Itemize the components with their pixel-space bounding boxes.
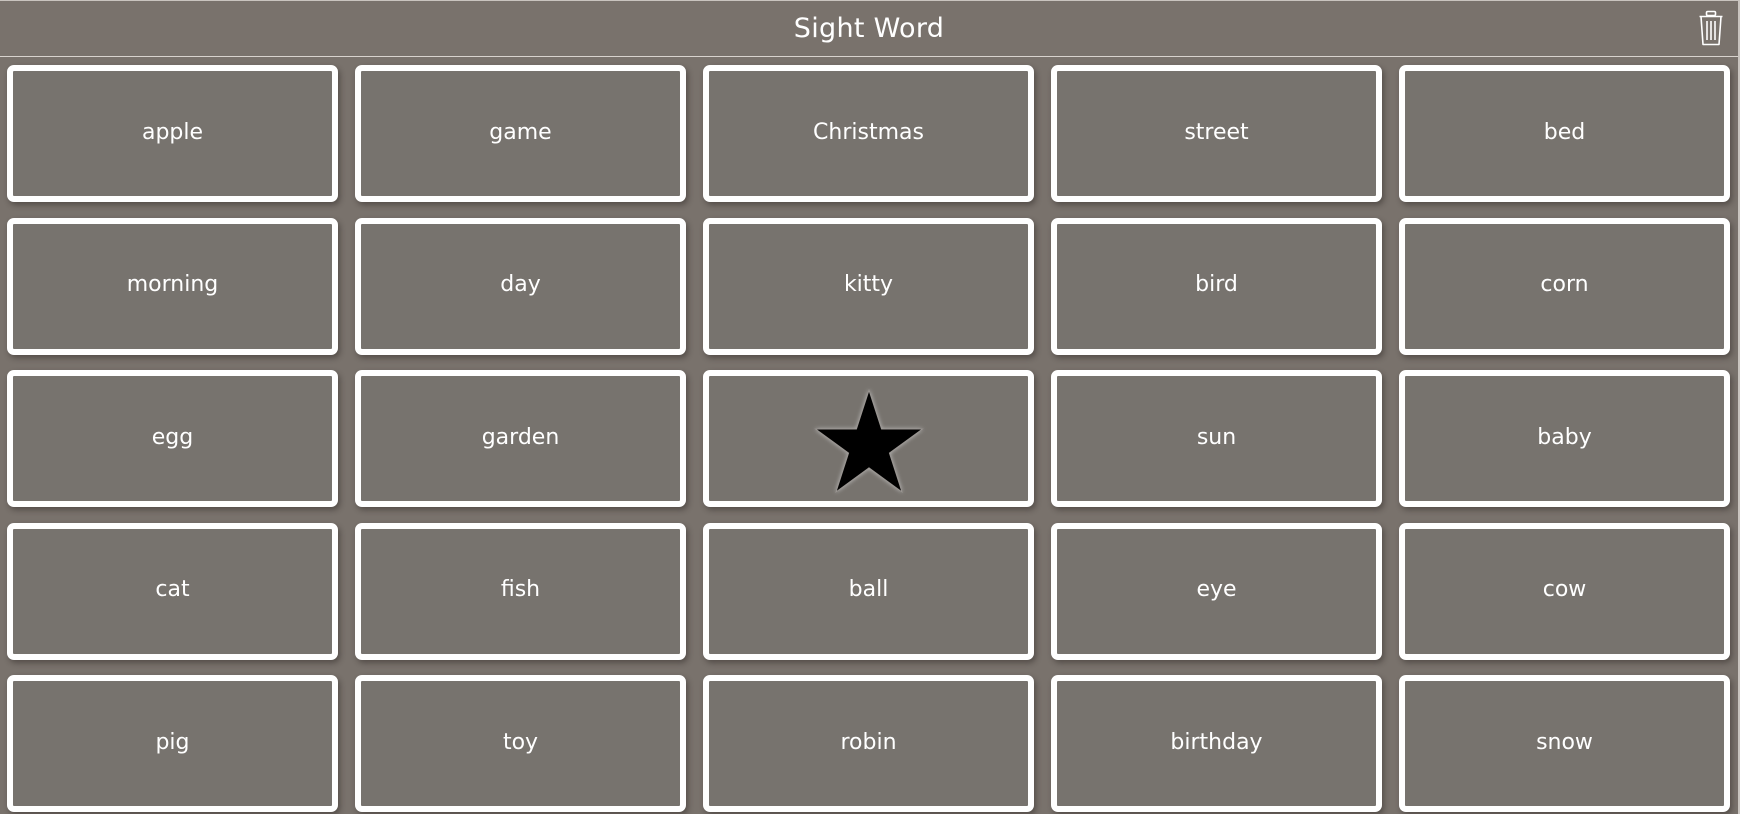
word-tile[interactable]: apple bbox=[7, 65, 338, 202]
sight-word-app: Sight Word apple game Christmas street b… bbox=[0, 0, 1740, 814]
tile-label: game bbox=[489, 119, 552, 145]
tile-label: robin bbox=[840, 729, 897, 755]
word-tile[interactable]: toy bbox=[355, 675, 686, 812]
word-tile[interactable]: eye bbox=[1051, 522, 1382, 660]
tile-label: apple bbox=[141, 119, 204, 145]
word-tile[interactable]: street bbox=[1051, 65, 1382, 202]
word-tile[interactable]: sun bbox=[1051, 370, 1382, 507]
tile-label: kitty bbox=[843, 272, 894, 297]
word-tile[interactable]: Christmas bbox=[703, 65, 1034, 202]
word-tile[interactable]: corn bbox=[1399, 217, 1730, 355]
word-tile[interactable]: ball bbox=[703, 522, 1034, 660]
tile-label: toy bbox=[502, 729, 539, 755]
word-tile[interactable]: kitty bbox=[703, 217, 1034, 355]
tile-label: corn bbox=[1540, 272, 1589, 297]
word-tile[interactable]: birthday bbox=[1051, 675, 1382, 812]
tile-label: sun bbox=[1196, 424, 1237, 450]
word-tile[interactable]: baby bbox=[1399, 370, 1730, 507]
word-tile[interactable]: game bbox=[355, 65, 686, 202]
tile-label: cat bbox=[155, 577, 190, 602]
tile-label: morning bbox=[126, 272, 219, 297]
tile-label: pig bbox=[155, 729, 190, 755]
word-tile[interactable]: robin bbox=[703, 675, 1034, 812]
word-tile[interactable]: garden bbox=[355, 370, 686, 507]
tile-label: ball bbox=[848, 577, 889, 602]
tile-label: birthday bbox=[1170, 729, 1263, 755]
word-tile[interactable]: pig bbox=[7, 675, 338, 812]
tile-label: snow bbox=[1536, 729, 1593, 755]
word-board: apple game Christmas street bed morning … bbox=[7, 65, 1730, 812]
tile-label: cow bbox=[1542, 577, 1587, 602]
tile-label: eye bbox=[1196, 577, 1237, 602]
header-bar: Sight Word bbox=[0, 1, 1738, 57]
word-tile[interactable]: morning bbox=[7, 217, 338, 355]
tile-label: bird bbox=[1195, 272, 1238, 297]
page-title: Sight Word bbox=[793, 13, 945, 44]
free-space-tile[interactable] bbox=[703, 370, 1034, 507]
word-tile[interactable]: snow bbox=[1399, 675, 1730, 812]
star-icon bbox=[813, 388, 924, 493]
tile-label: street bbox=[1184, 119, 1249, 145]
word-tile[interactable]: egg bbox=[7, 370, 338, 507]
word-tile[interactable]: day bbox=[355, 217, 686, 355]
tile-label: day bbox=[500, 272, 541, 297]
tile-label: bed bbox=[1543, 119, 1586, 145]
tile-label: garden bbox=[481, 424, 560, 450]
word-tile[interactable]: cow bbox=[1399, 522, 1730, 660]
tile-label: baby bbox=[1537, 424, 1592, 450]
tile-label: fish bbox=[500, 577, 541, 602]
word-tile[interactable]: bed bbox=[1399, 65, 1730, 202]
tile-label: Christmas bbox=[813, 119, 924, 145]
word-tile[interactable]: bird bbox=[1051, 217, 1382, 355]
word-tile[interactable]: fish bbox=[355, 522, 686, 660]
trash-icon bbox=[1699, 10, 1723, 46]
trash-button[interactable] bbox=[1694, 7, 1728, 49]
tile-label: egg bbox=[151, 424, 194, 450]
word-tile[interactable]: cat bbox=[7, 522, 338, 660]
